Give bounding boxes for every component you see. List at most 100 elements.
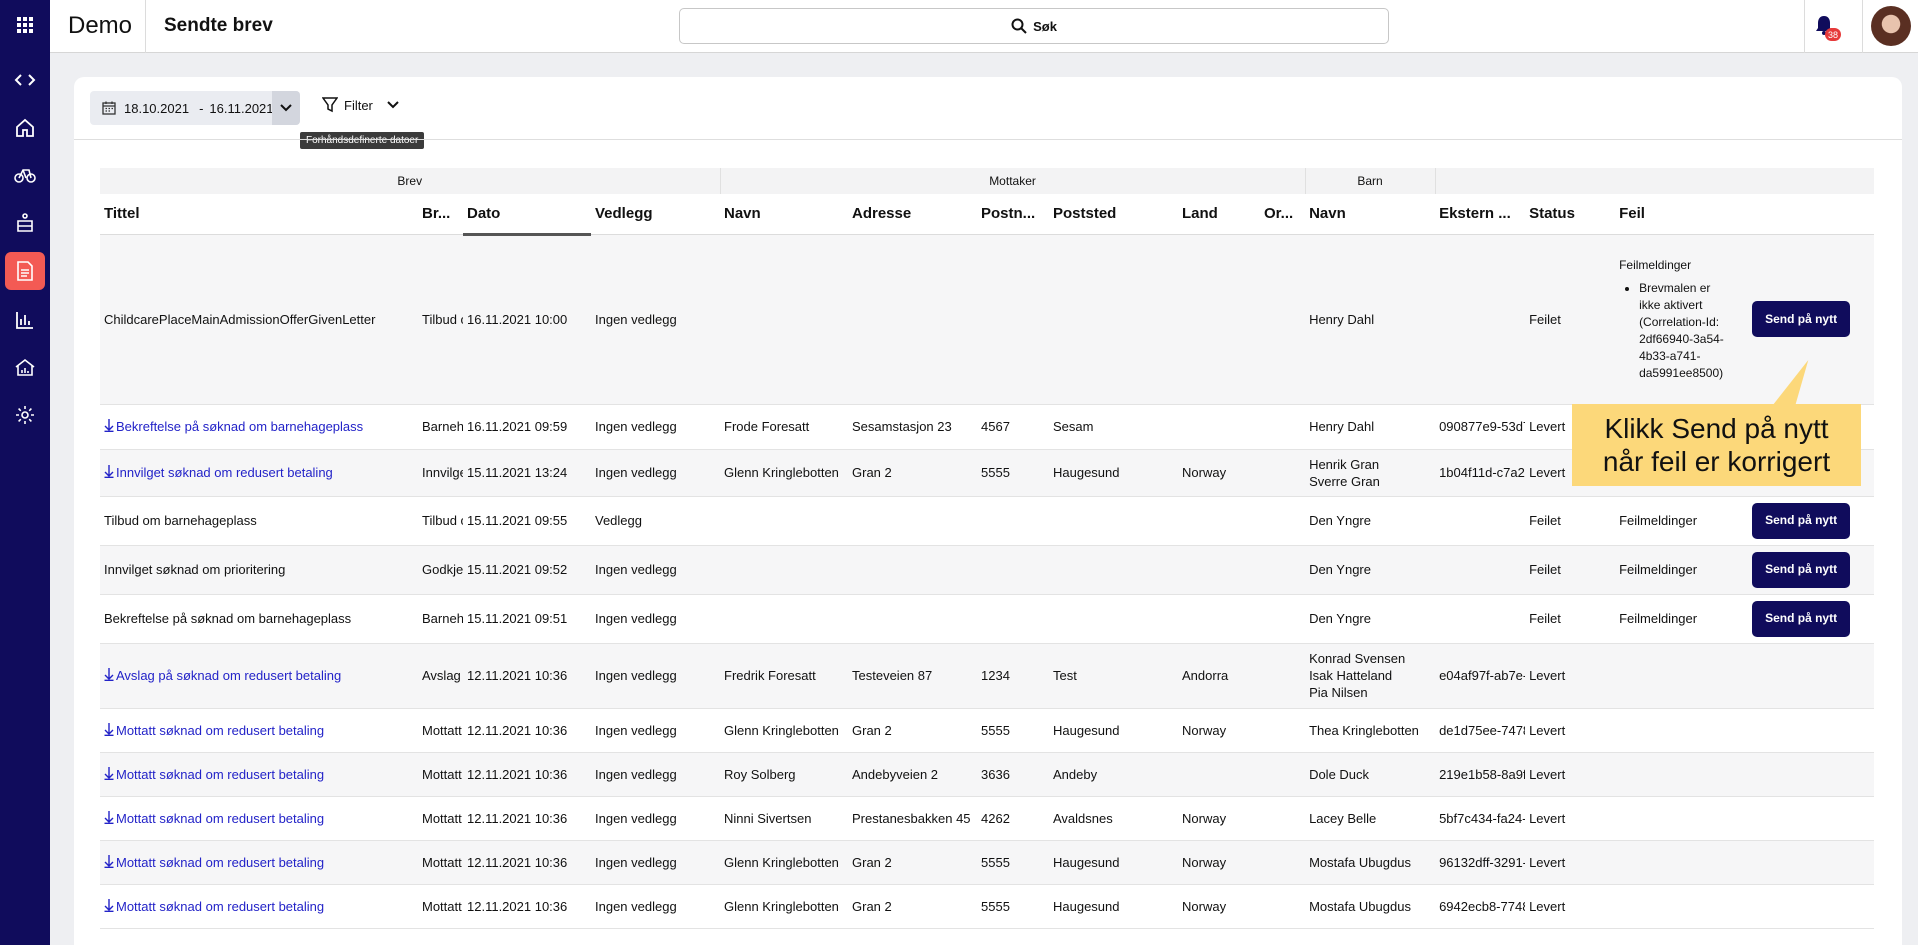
resend-button[interactable]: Send på nytt xyxy=(1752,502,1851,539)
child-name-cell: Lacey Belle xyxy=(1305,796,1436,841)
attachment-cell: Ingen vedlegg xyxy=(591,594,720,644)
resend-button[interactable]: Send på nytt xyxy=(1752,600,1851,637)
table-row[interactable]: Mottatt søknad om redusert betaling Motta… xyxy=(100,884,1875,929)
title-cell[interactable]: Mottatt søknad om redusert betaling xyxy=(100,708,418,753)
child-name-cell: Henry Dahl xyxy=(1305,404,1436,450)
date-presets-button[interactable] xyxy=(272,91,300,125)
download-icon xyxy=(104,810,114,824)
building-icon[interactable] xyxy=(5,204,45,242)
table-row[interactable]: Avslag på søknad om redusert betaling Avs… xyxy=(100,643,1875,709)
column-header[interactable]: Feil xyxy=(1615,194,1875,235)
org-cell xyxy=(1260,234,1306,405)
bicycle-icon[interactable] xyxy=(5,156,45,194)
title-cell[interactable]: Bekreftelse på søknad om barnehageplass xyxy=(100,404,418,450)
title-cell[interactable]: Mottatt søknad om redusert betaling xyxy=(100,884,418,929)
notifications-button[interactable]: 38 xyxy=(1813,14,1841,41)
postal-place-cell: Haugesund xyxy=(1049,884,1178,929)
document-icon[interactable] xyxy=(5,252,45,290)
letter-title: Innvilget søknad om prioritering xyxy=(104,562,286,577)
table-row[interactable]: Innvilget søknad om prioritering Godkjent… xyxy=(100,545,1875,595)
download-icon xyxy=(104,465,114,478)
country-cell: Norway xyxy=(1178,796,1260,841)
country-cell xyxy=(1178,545,1260,595)
org-cell xyxy=(1260,643,1306,709)
date-from[interactable]: 18.10.2021 xyxy=(124,101,189,116)
postal-place-cell xyxy=(1049,594,1178,644)
recipient-name-cell: Glenn Kringlebotten xyxy=(720,449,848,497)
settings-icon[interactable] xyxy=(5,396,45,434)
recipient-name-cell xyxy=(720,594,848,644)
letter-link[interactable]: Mottatt søknad om redusert betaling xyxy=(116,855,324,870)
table-row[interactable]: Mottatt søknad om redusert betaling Motta… xyxy=(100,752,1875,797)
letter-title: Tilbud om barnehageplass xyxy=(104,513,257,528)
title-cell[interactable]: Innvilget søknad om redusert betaling xyxy=(100,449,418,497)
title-cell[interactable]: Mottatt søknad om redusert betaling xyxy=(100,752,418,797)
table-row[interactable]: Mottatt søknad om redusert betaling Motta… xyxy=(100,796,1875,841)
postal-place-cell: Andeby xyxy=(1049,752,1178,797)
resend-button[interactable]: Send på nytt xyxy=(1752,551,1851,588)
letter-link[interactable]: Mottatt søknad om redusert betaling xyxy=(116,723,324,738)
code-brackets-icon[interactable] xyxy=(5,61,45,99)
date-cell: 12.11.2021 10:36 xyxy=(463,840,591,885)
country-cell: Norway xyxy=(1178,840,1260,885)
error-list: Brevmalen er ikke aktivert (Correlation-… xyxy=(1619,280,1727,382)
org-cell xyxy=(1260,884,1306,929)
column-header[interactable]: Land xyxy=(1178,194,1260,235)
date-to[interactable]: 16.11.2021 xyxy=(209,101,273,116)
group-empty xyxy=(1434,168,1875,194)
letter-link[interactable]: Mottatt søknad om redusert betaling xyxy=(116,899,324,914)
home-icon[interactable] xyxy=(5,109,45,147)
apps-grid-icon[interactable] xyxy=(5,6,45,44)
sidebar xyxy=(0,0,50,945)
address-cell xyxy=(848,545,977,595)
bar-chart-icon[interactable] xyxy=(5,301,45,339)
column-header[interactable]: Adresse xyxy=(848,194,977,235)
table-row[interactable]: Mottatt søknad om redusert betaling Motta… xyxy=(100,840,1875,885)
brev-type-cell: Tilbud om xyxy=(418,234,463,405)
column-header[interactable]: Or... xyxy=(1260,194,1306,235)
table-row[interactable]: Bekreftelse på søknad om barnehageplass B… xyxy=(100,594,1875,644)
column-header[interactable]: Ekstern ... xyxy=(1435,194,1526,235)
date-cell: 12.11.2021 10:36 xyxy=(463,643,591,709)
country-cell xyxy=(1178,234,1260,405)
title-cell[interactable]: Mottatt søknad om redusert betaling xyxy=(100,796,418,841)
resend-button[interactable]: Send på nytt xyxy=(1752,301,1851,337)
child-name-cell: Henrik Gran Sverre Gran xyxy=(1305,449,1436,497)
column-header[interactable]: Navn xyxy=(720,194,848,235)
title-cell[interactable]: Avslag på søknad om redusert betaling xyxy=(100,643,418,709)
date-range-picker[interactable]: 18.10.2021 - 16.11.2021 xyxy=(90,91,300,125)
letter-link[interactable]: Innvilget søknad om redusert betaling xyxy=(116,465,333,480)
table-row[interactable]: ChildcarePlaceMainAdmissionOfferGivenLet… xyxy=(100,234,1875,405)
column-header[interactable]: Postn... xyxy=(977,194,1049,235)
column-header[interactable]: Dato xyxy=(463,194,591,236)
filter-button[interactable]: Filter xyxy=(322,97,399,113)
address-cell: Prestanesbakken 45 xyxy=(848,796,977,841)
date-cell: 12.11.2021 10:36 xyxy=(463,796,591,841)
letter-link[interactable]: Bekreftelse på søknad om barnehageplass xyxy=(116,419,363,434)
house-chart-icon[interactable] xyxy=(5,348,45,386)
title-cell[interactable]: Mottatt søknad om redusert betaling xyxy=(100,840,418,885)
column-header[interactable]: Poststed xyxy=(1049,194,1178,235)
column-header[interactable]: Navn xyxy=(1305,194,1436,235)
brev-type-cell: Barnehage xyxy=(418,404,463,450)
table-row[interactable]: Mottatt søknad om redusert betaling Motta… xyxy=(100,708,1875,753)
country-cell: Norway xyxy=(1178,449,1260,497)
attachment-cell: Ingen vedlegg xyxy=(591,234,720,405)
avatar[interactable] xyxy=(1871,6,1911,46)
table-row[interactable]: Tilbud om barnehageplass Tilbud om15.11.2… xyxy=(100,496,1875,546)
status-cell: Levert xyxy=(1525,752,1616,797)
letter-link[interactable]: Mottatt søknad om redusert betaling xyxy=(116,811,324,826)
column-header[interactable]: Tittel xyxy=(100,194,418,235)
letter-link[interactable]: Mottatt søknad om redusert betaling xyxy=(116,767,324,782)
column-header[interactable]: Br... xyxy=(418,194,463,235)
column-header[interactable]: Status xyxy=(1525,194,1616,235)
error-cell: Feilmeldinger Send på nytt xyxy=(1615,594,1875,644)
column-header[interactable]: Vedlegg xyxy=(591,194,720,235)
title-cell: Innvilget søknad om prioritering xyxy=(100,545,418,595)
recipient-name-cell xyxy=(720,234,848,405)
download-icon xyxy=(104,722,114,736)
letter-link[interactable]: Avslag på søknad om redusert betaling xyxy=(116,668,341,683)
external-id-cell: e04af97f-ab7e- xyxy=(1435,643,1526,709)
postal-place-cell: Haugesund xyxy=(1049,708,1178,753)
search-input[interactable]: Søk xyxy=(679,8,1389,44)
